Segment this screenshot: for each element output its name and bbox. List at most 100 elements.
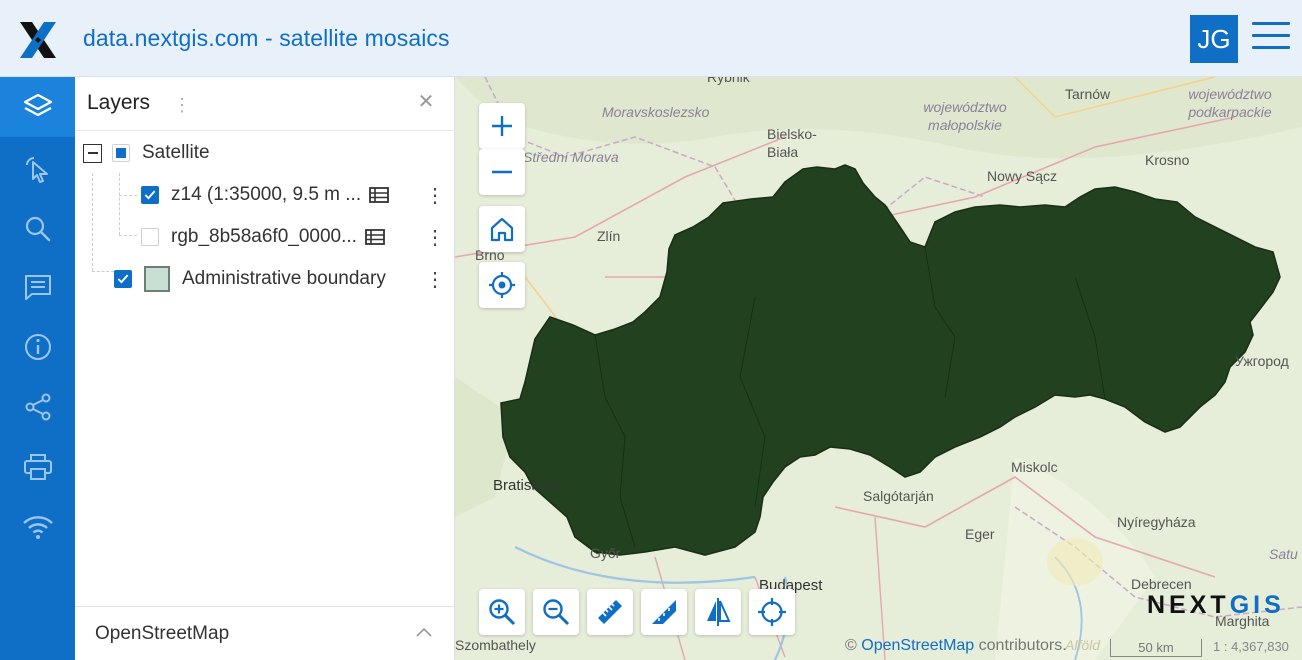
map-place-label: województwo małopolskie bbox=[923, 99, 1007, 133]
sidebar-item-share[interactable] bbox=[0, 377, 75, 437]
search-icon bbox=[25, 216, 50, 242]
left-toolbar bbox=[0, 77, 75, 660]
map-place-label: Nyíregyháza bbox=[1117, 514, 1196, 530]
layer-checkbox[interactable] bbox=[141, 228, 159, 246]
layer-style-swatch bbox=[144, 266, 170, 292]
compare-icon bbox=[707, 598, 731, 626]
home-extent-button[interactable] bbox=[479, 206, 525, 252]
map-attribution: © OpenStreetMap contributors. bbox=[845, 637, 1067, 655]
crosshair-icon bbox=[758, 598, 786, 626]
copyright-symbol: © bbox=[845, 637, 857, 654]
user-avatar[interactable]: JG bbox=[1190, 15, 1238, 63]
layer-label: rgb_8b58a6f0_0000... bbox=[171, 226, 357, 247]
close-icon[interactable]: ✕ bbox=[415, 91, 437, 113]
scale-bar: 50 km bbox=[1110, 639, 1202, 657]
collapse-toggle-icon[interactable] bbox=[83, 143, 102, 163]
zoom-in-icon bbox=[489, 599, 516, 626]
zoom-out-box-tool[interactable] bbox=[533, 589, 579, 635]
panel-drag-handle-icon[interactable]: ⋮ bbox=[173, 95, 191, 116]
nextgis-brand-logo: NEXTGIS bbox=[1147, 591, 1285, 619]
layer-checkbox[interactable] bbox=[114, 270, 132, 288]
layer-label: z14 (1:35000, 9.5 m ... bbox=[171, 184, 362, 205]
plus-icon bbox=[492, 116, 512, 136]
hamburger-menu-icon[interactable] bbox=[1252, 22, 1290, 56]
map-place-label: Eger bbox=[965, 526, 995, 542]
locate-icon bbox=[489, 272, 515, 298]
area-ruler-icon bbox=[652, 600, 676, 624]
basemap-label: OpenStreetMap bbox=[95, 623, 230, 644]
info-icon bbox=[24, 334, 51, 360]
swipe-compare-tool[interactable] bbox=[695, 589, 741, 635]
map-place-label: Győr bbox=[590, 545, 621, 561]
osm-link[interactable]: OpenStreetMap bbox=[861, 637, 974, 654]
map-place-label: Krosno bbox=[1145, 152, 1190, 168]
layers-panel: Layers ⋮ ✕ Satellite z14 (1:35000, 9.5 m… bbox=[75, 77, 455, 660]
locate-me-button[interactable] bbox=[479, 262, 525, 308]
layer-group-row[interactable]: Satellite bbox=[83, 135, 443, 171]
map-place-label: Bratislava bbox=[493, 477, 559, 494]
measure-distance-tool[interactable] bbox=[587, 589, 633, 635]
sidebar-item-search[interactable] bbox=[0, 199, 75, 259]
layer-checkbox[interactable] bbox=[141, 186, 159, 204]
layer-group-label: Satellite bbox=[142, 142, 210, 163]
layer-menu-icon[interactable]: ⋮ bbox=[425, 225, 445, 250]
panel-title: Layers bbox=[87, 91, 151, 114]
map-place-label: Bielsko-Biała bbox=[767, 126, 817, 160]
tree-connector bbox=[119, 235, 137, 236]
home-icon bbox=[490, 217, 514, 242]
layer-menu-icon[interactable]: ⋮ bbox=[425, 267, 445, 292]
minus-icon bbox=[492, 170, 512, 174]
map-place-label: województwo podkarpackie bbox=[1188, 86, 1272, 120]
print-icon bbox=[23, 454, 52, 480]
map-place-label: Nowy Sącz bbox=[987, 168, 1058, 184]
map-place-label: Salgótarján bbox=[863, 488, 934, 504]
tree-connector bbox=[119, 195, 137, 196]
share-icon bbox=[25, 393, 50, 421]
ruler-icon bbox=[598, 600, 622, 624]
group-checkbox[interactable] bbox=[112, 144, 130, 162]
map-place-label: Szombathely bbox=[455, 637, 536, 653]
basemap-selector[interactable]: OpenStreetMap bbox=[75, 606, 455, 660]
map-place-label: Alföld bbox=[1065, 637, 1101, 653]
layer-row[interactable]: z14 (1:35000, 9.5 m ... ⋮ bbox=[141, 177, 445, 213]
zoom-out-icon bbox=[543, 599, 570, 626]
layers-icon bbox=[23, 93, 52, 117]
tree-connector bbox=[119, 173, 120, 235]
map-place-label: Tarnów bbox=[1065, 86, 1111, 102]
map-place-label: Debrecen bbox=[1131, 576, 1192, 592]
zoom-in-button[interactable] bbox=[479, 103, 525, 149]
map-place-label: Satu bbox=[1269, 546, 1298, 562]
sidebar-item-wifi[interactable] bbox=[0, 497, 75, 557]
layer-menu-icon[interactable]: ⋮ bbox=[425, 183, 445, 208]
sidebar-item-identify[interactable] bbox=[0, 139, 75, 199]
zoom-out-button[interactable] bbox=[479, 149, 525, 195]
zoom-in-box-tool[interactable] bbox=[479, 589, 525, 635]
measure-area-tool[interactable] bbox=[641, 589, 687, 635]
attribute-table-icon[interactable] bbox=[369, 187, 390, 203]
page-title[interactable]: data.nextgis.com - satellite mosaics bbox=[83, 25, 450, 52]
map-view[interactable]: Rybnik Moravskoslezsko województwo małop… bbox=[455, 77, 1302, 660]
wifi-icon bbox=[22, 516, 53, 539]
map-place-label: Zlín bbox=[597, 228, 621, 244]
map-place-label: Ужгород bbox=[1235, 353, 1289, 369]
layer-row[interactable]: Administrative boundary ⋮ bbox=[114, 261, 445, 297]
sidebar-item-info[interactable] bbox=[0, 317, 75, 377]
attribute-table-icon[interactable] bbox=[365, 229, 385, 245]
map-place-label: Střední Morava bbox=[523, 149, 619, 165]
sidebar-item-layers[interactable] bbox=[0, 77, 75, 137]
tree-connector bbox=[92, 271, 114, 272]
description-icon bbox=[24, 275, 51, 300]
sidebar-item-print[interactable] bbox=[0, 437, 75, 497]
nextgis-logo-icon[interactable] bbox=[18, 20, 58, 60]
scale-ratio: 1 : 4,367,830 bbox=[1213, 639, 1289, 654]
tree-connector bbox=[92, 173, 93, 271]
identify-pointer-icon bbox=[25, 157, 48, 183]
layer-row[interactable]: rgb_8b58a6f0_0000... ⋮ bbox=[141, 219, 445, 255]
map-place-label: Rybnik bbox=[707, 77, 750, 85]
crosshair-tool[interactable] bbox=[749, 589, 795, 635]
app-header: data.nextgis.com - satellite mosaics JG bbox=[0, 0, 1302, 77]
chevron-up-icon[interactable] bbox=[415, 625, 433, 639]
map-place-label: Miskolc bbox=[1011, 459, 1058, 475]
attribution-suffix: contributors. bbox=[978, 637, 1067, 654]
sidebar-item-description[interactable] bbox=[0, 257, 75, 317]
